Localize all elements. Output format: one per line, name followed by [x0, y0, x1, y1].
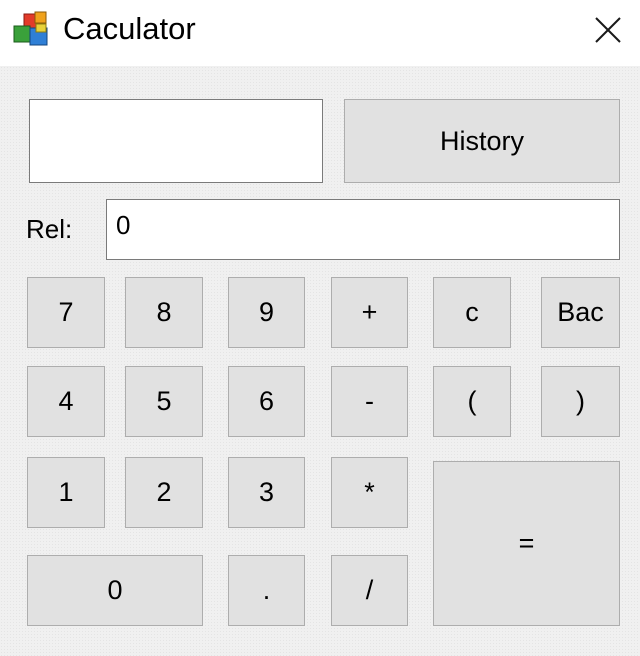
result-label: Rel:: [26, 214, 73, 244]
equals-button[interactable]: =: [433, 461, 620, 626]
close-button[interactable]: [586, 10, 630, 50]
result-display: [29, 99, 323, 183]
expression-input[interactable]: 0: [106, 199, 620, 260]
blocks-app-icon: [13, 11, 48, 46]
history-button[interactable]: History: [344, 99, 620, 183]
multiply-button[interactable]: *: [331, 457, 408, 528]
digit-9-button[interactable]: 9: [228, 277, 305, 348]
open-paren-button[interactable]: (: [433, 366, 511, 437]
digit-6-button[interactable]: 6: [228, 366, 305, 437]
close-icon: [595, 17, 621, 43]
digit-4-button[interactable]: 4: [27, 366, 105, 437]
digit-5-button[interactable]: 5: [125, 366, 203, 437]
backspace-button[interactable]: Bac: [541, 277, 620, 348]
minus-button[interactable]: -: [331, 366, 408, 437]
close-paren-button[interactable]: ): [541, 366, 620, 437]
digit-7-button[interactable]: 7: [27, 277, 105, 348]
window-title: Caculator: [63, 11, 196, 46]
digit-3-button[interactable]: 3: [228, 457, 305, 528]
plus-button[interactable]: +: [331, 277, 408, 348]
clear-button[interactable]: c: [433, 277, 511, 348]
decimal-point-button[interactable]: .: [228, 555, 305, 626]
title-bar: Caculator: [0, 0, 640, 66]
digit-0-button[interactable]: 0: [27, 555, 203, 626]
digit-1-button[interactable]: 1: [27, 457, 105, 528]
divide-button[interactable]: /: [331, 555, 408, 626]
digit-2-button[interactable]: 2: [125, 457, 203, 528]
digit-8-button[interactable]: 8: [125, 277, 203, 348]
